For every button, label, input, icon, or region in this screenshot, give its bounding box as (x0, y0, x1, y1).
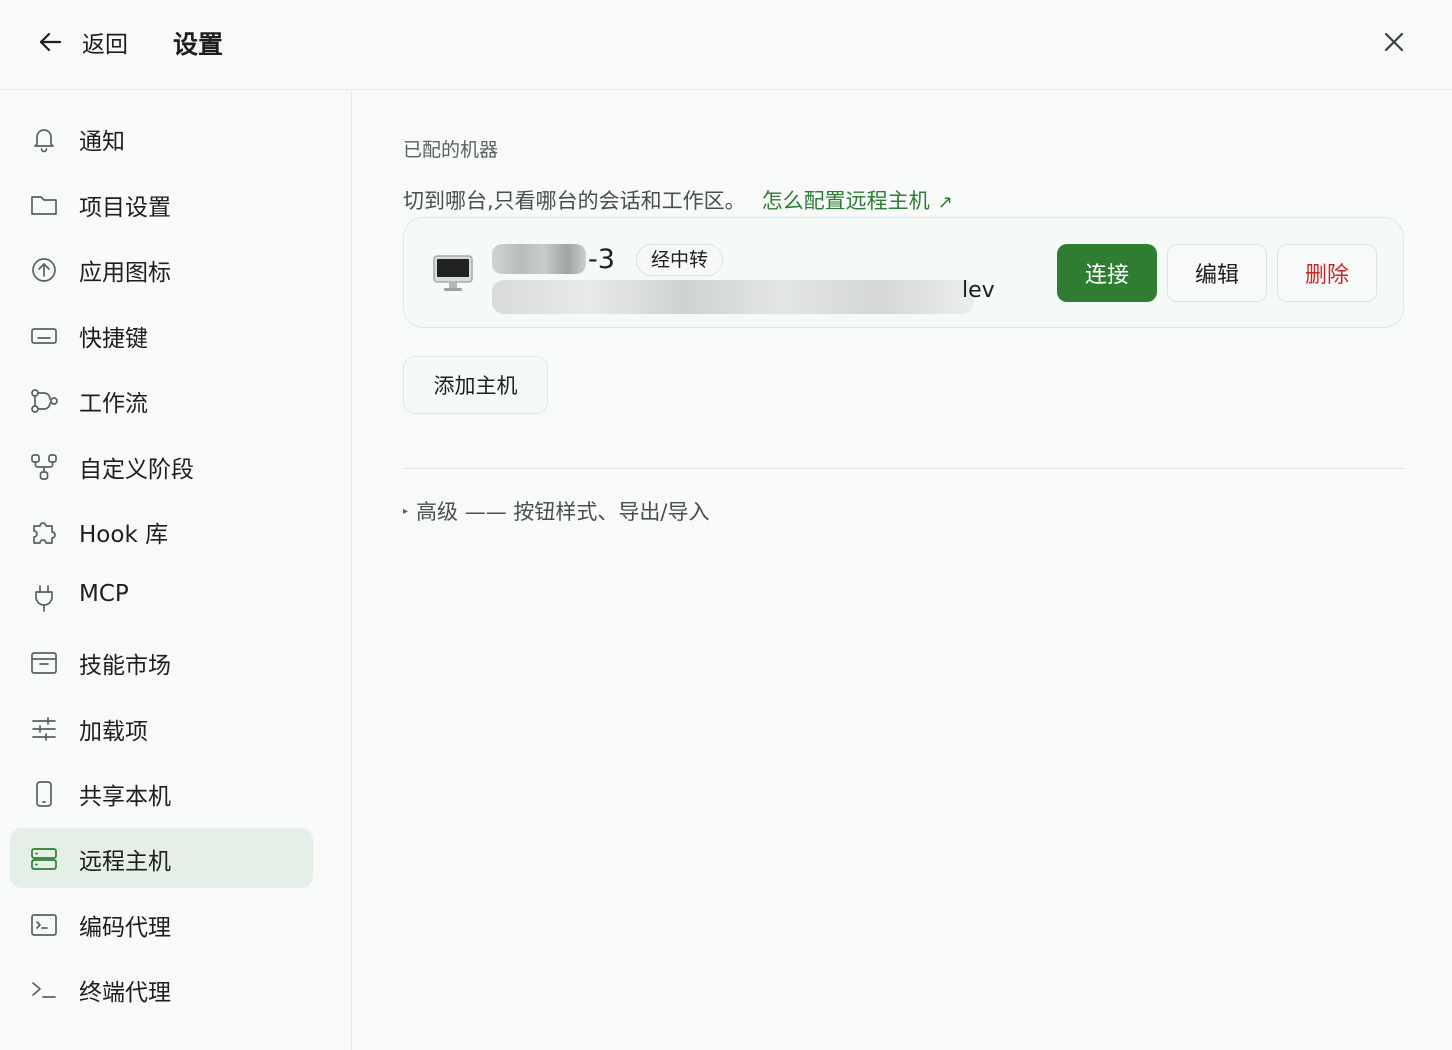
puzzle-icon (28, 516, 60, 548)
main-content: 已配的机器 切到哪台,只看哪台的会话和工作区。 怎么配置远程主机 ↗ -3 经中转 … (353, 91, 1452, 1050)
bell-icon (28, 123, 60, 155)
sidebar-item-label: 自定义阶段 (79, 457, 194, 483)
back-label: 返回 (82, 32, 128, 58)
delete-button[interactable]: 删除 (1277, 244, 1377, 302)
machine-address (492, 280, 974, 314)
settings-window: 返回 设置 通知 项目设置 应用图标 快捷键 工作流 自定义阶段 Hook 库 … (0, 0, 1452, 1050)
sidebar-item-label: 技能市场 (79, 653, 171, 679)
sidebar-item-label: 项目设置 (79, 195, 171, 221)
redacted-address (492, 280, 974, 314)
close-button[interactable] (1378, 26, 1410, 58)
sidebar-item-label: Hook 库 (79, 522, 169, 548)
close-icon (1384, 32, 1404, 52)
sidebar-item-share-local[interactable]: 共享本机 (10, 763, 313, 823)
edit-button[interactable]: 编辑 (1167, 244, 1267, 302)
archive-icon (28, 647, 60, 679)
machine-name-suffix: -3 (588, 243, 615, 275)
sidebar-item-project-settings[interactable]: 项目设置 (10, 174, 313, 234)
terminal-box-icon (28, 909, 60, 941)
sidebar-item-label: 通知 (79, 129, 125, 155)
external-link-icon: ↗ (937, 192, 953, 213)
desktop-computer-icon (433, 255, 473, 291)
sidebar-item-label: 编码代理 (79, 915, 171, 941)
add-host-button[interactable]: 添加主机 (403, 356, 548, 414)
machine-name: -3 (492, 240, 615, 278)
sliders-icon (28, 713, 60, 745)
branch-icon (28, 451, 60, 483)
advanced-toggle[interactable]: ▸ 高级 —— 按钮样式、导出/导入 (403, 496, 709, 526)
sidebar: 通知 项目设置 应用图标 快捷键 工作流 自定义阶段 Hook 库 MCP 技能… (0, 91, 352, 1050)
sidebar-item-app-icon[interactable]: 应用图标 (10, 239, 313, 299)
back-button[interactable]: 返回 (36, 22, 128, 62)
sidebar-item-hook-library[interactable]: Hook 库 (10, 501, 313, 561)
redacted-name (492, 244, 586, 274)
sidebar-item-addons[interactable]: 加载项 (10, 698, 313, 758)
sidebar-item-custom-stages[interactable]: 自定义阶段 (10, 436, 313, 496)
sidebar-item-mcp[interactable]: MCP (10, 567, 313, 627)
page-title: 设置 (173, 30, 224, 59)
sidebar-item-remote-hosts[interactable]: 远程主机 (10, 828, 313, 888)
sidebar-item-label: 加载项 (79, 719, 148, 745)
sidebar-item-notifications[interactable]: 通知 (10, 108, 313, 168)
sidebar-item-skills-market[interactable]: 技能市场 (10, 632, 313, 692)
section-title: 已配的机器 (403, 139, 499, 161)
description-text: 切到哪台,只看哪台的会话和工作区。 (403, 189, 746, 213)
sidebar-item-label: MCP (79, 581, 129, 607)
terminal-prompt-icon (28, 974, 60, 1006)
header: 返回 设置 (0, 0, 1452, 90)
workflow-icon (28, 385, 60, 417)
upload-circle-icon (28, 254, 60, 286)
keyboard-icon (28, 320, 60, 352)
sidebar-item-label: 工作流 (79, 391, 148, 417)
sidebar-item-label: 远程主机 (79, 849, 171, 875)
phone-icon (28, 778, 60, 810)
help-link-label: 怎么配置远程主机 (761, 189, 930, 213)
plug-icon (28, 582, 60, 614)
sidebar-item-label: 快捷键 (79, 326, 148, 352)
sidebar-item-terminal-agent[interactable]: 终端代理 (10, 959, 313, 1019)
relay-badge: 经中转 (636, 244, 724, 276)
connect-button[interactable]: 连接 (1057, 244, 1157, 302)
sidebar-item-label: 应用图标 (79, 260, 171, 286)
machine-card[interactable]: -3 经中转 lev 连接 编辑 删除 (403, 217, 1404, 328)
section-description: 切到哪台,只看哪台的会话和工作区。 怎么配置远程主机 ↗ (403, 185, 953, 215)
arrow-left-icon (39, 32, 62, 52)
caret-right-icon: ▸ (403, 505, 409, 517)
divider (403, 468, 1404, 469)
server-icon (28, 843, 60, 875)
sidebar-item-shortcuts[interactable]: 快捷键 (10, 305, 313, 365)
sidebar-item-label: 终端代理 (79, 980, 171, 1006)
sidebar-item-coding-agent[interactable]: 编码代理 (10, 894, 313, 954)
help-link[interactable]: 怎么配置远程主机 ↗ (762, 189, 953, 213)
sidebar-item-label: 共享本机 (79, 784, 171, 810)
folder-icon (28, 189, 60, 221)
sidebar-item-workflow[interactable]: 工作流 (10, 370, 313, 430)
advanced-label: 高级 —— 按钮样式、导出/导入 (416, 500, 710, 524)
machine-address-suffix: lev (962, 278, 995, 303)
